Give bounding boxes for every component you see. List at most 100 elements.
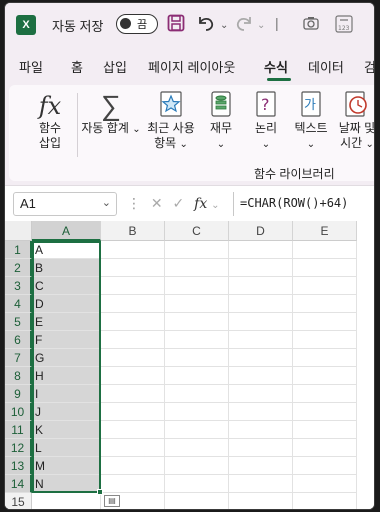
column-header-c[interactable]: C: [165, 221, 229, 241]
cell-b10[interactable]: [101, 403, 165, 421]
cell-d9[interactable]: [229, 385, 293, 403]
logical-button[interactable]: ? 논리 ⌄: [249, 91, 283, 152]
cell-d13[interactable]: [229, 457, 293, 475]
row-header[interactable]: 2: [5, 259, 32, 277]
cell-e2[interactable]: [293, 259, 357, 277]
cell-c13[interactable]: [165, 457, 229, 475]
tab-formulas[interactable]: 수식: [264, 57, 288, 76]
tab-review[interactable]: 검: [364, 57, 374, 76]
fx-button[interactable]: fx: [194, 196, 207, 212]
cell-e13[interactable]: [293, 457, 357, 475]
cell-e10[interactable]: [293, 403, 357, 421]
cell-a7[interactable]: G: [32, 349, 101, 367]
tab-home[interactable]: 홈: [71, 57, 83, 76]
row-header[interactable]: 15: [5, 493, 32, 509]
cancel-icon[interactable]: ✕: [151, 195, 163, 211]
cell-e14[interactable]: [293, 475, 357, 493]
cell-b13[interactable]: [101, 457, 165, 475]
cell-e9[interactable]: [293, 385, 357, 403]
financial-button[interactable]: 재무 ⌄: [204, 91, 238, 152]
cell-b4[interactable]: [101, 295, 165, 313]
cell-c6[interactable]: [165, 331, 229, 349]
column-header-a[interactable]: A: [32, 221, 101, 241]
row-header[interactable]: 14: [5, 475, 32, 493]
undo-icon[interactable]: [196, 14, 216, 37]
cell-d11[interactable]: [229, 421, 293, 439]
cell-c1[interactable]: [165, 241, 229, 259]
cell-c8[interactable]: [165, 367, 229, 385]
cell-b9[interactable]: [101, 385, 165, 403]
cell-e4[interactable]: [293, 295, 357, 313]
name-box[interactable]: A1 ⌄: [13, 192, 117, 216]
fx-dropdown-icon[interactable]: ⌄: [211, 200, 219, 211]
enter-icon[interactable]: ✓: [173, 195, 185, 211]
cell-e3[interactable]: [293, 277, 357, 295]
chevron-down-icon[interactable]: ⌄: [102, 196, 111, 209]
cell-c10[interactable]: [165, 403, 229, 421]
cell-b3[interactable]: [101, 277, 165, 295]
cell-d5[interactable]: [229, 313, 293, 331]
cell-c11[interactable]: [165, 421, 229, 439]
datetime-button[interactable]: 날짜 및 시간 ⌄: [335, 91, 374, 152]
row-header[interactable]: 4: [5, 295, 32, 313]
row-header[interactable]: 5: [5, 313, 32, 331]
row-header[interactable]: 8: [5, 367, 32, 385]
row-header[interactable]: 6: [5, 331, 32, 349]
tab-data[interactable]: 데이터: [308, 57, 344, 76]
row-header[interactable]: 7: [5, 349, 32, 367]
cell-a13[interactable]: M: [32, 457, 101, 475]
cell-a10[interactable]: J: [32, 403, 101, 421]
recent-used-button[interactable]: 최근 사용 항목 ⌄: [142, 91, 200, 152]
cell-e5[interactable]: [293, 313, 357, 331]
autosave-toggle[interactable]: 끔: [116, 14, 158, 34]
cell-a11[interactable]: K: [32, 421, 101, 439]
cell-e12[interactable]: [293, 439, 357, 457]
undo-dropdown-icon[interactable]: ⌄: [220, 20, 228, 31]
cell-d4[interactable]: [229, 295, 293, 313]
cell-a8[interactable]: H: [32, 367, 101, 385]
cell-b1[interactable]: [101, 241, 165, 259]
cell-a4[interactable]: D: [32, 295, 101, 313]
redo-icon[interactable]: [234, 14, 254, 37]
cell-e6[interactable]: [293, 331, 357, 349]
cell-d10[interactable]: [229, 403, 293, 421]
cell-c7[interactable]: [165, 349, 229, 367]
cell-d1[interactable]: [229, 241, 293, 259]
row-header[interactable]: 10: [5, 403, 32, 421]
cell-b14[interactable]: [101, 475, 165, 493]
cell-e15[interactable]: [293, 493, 357, 509]
cell-c4[interactable]: [165, 295, 229, 313]
row-header[interactable]: 12: [5, 439, 32, 457]
insert-function-button[interactable]: fx 함수 삽입: [33, 91, 67, 151]
column-header-b[interactable]: B: [101, 221, 165, 241]
quick-analysis-icon[interactable]: ▤: [104, 495, 120, 507]
cell-a15[interactable]: [32, 493, 101, 509]
cell-b12[interactable]: [101, 439, 165, 457]
cell-d7[interactable]: [229, 349, 293, 367]
cell-d12[interactable]: [229, 439, 293, 457]
cell-a12[interactable]: L: [32, 439, 101, 457]
cell-d8[interactable]: [229, 367, 293, 385]
tab-insert[interactable]: 삽입: [103, 57, 127, 76]
autosum-button[interactable]: ∑ 자동 합계 ⌄: [81, 91, 141, 137]
redo-dropdown-icon[interactable]: ⌄: [257, 20, 265, 31]
cell-e11[interactable]: [293, 421, 357, 439]
column-header-e[interactable]: E: [293, 221, 357, 241]
cell-a3[interactable]: C: [32, 277, 101, 295]
cell-b7[interactable]: [101, 349, 165, 367]
row-header[interactable]: 3: [5, 277, 32, 295]
cell-b5[interactable]: [101, 313, 165, 331]
tab-page-layout[interactable]: 페이지 레이아웃: [148, 57, 235, 76]
tab-file[interactable]: 파일: [19, 57, 43, 76]
cell-d3[interactable]: [229, 277, 293, 295]
cell-b8[interactable]: [101, 367, 165, 385]
cell-b6[interactable]: [101, 331, 165, 349]
text-button[interactable]: 가 텍스트 ⌄: [291, 91, 331, 152]
cell-c3[interactable]: [165, 277, 229, 295]
cell-a9[interactable]: I: [32, 385, 101, 403]
cell-a14[interactable]: N: [32, 475, 101, 493]
row-header[interactable]: 13: [5, 457, 32, 475]
camera-icon[interactable]: [303, 15, 319, 34]
cell-b2[interactable]: [101, 259, 165, 277]
select-all-corner[interactable]: [5, 221, 32, 241]
